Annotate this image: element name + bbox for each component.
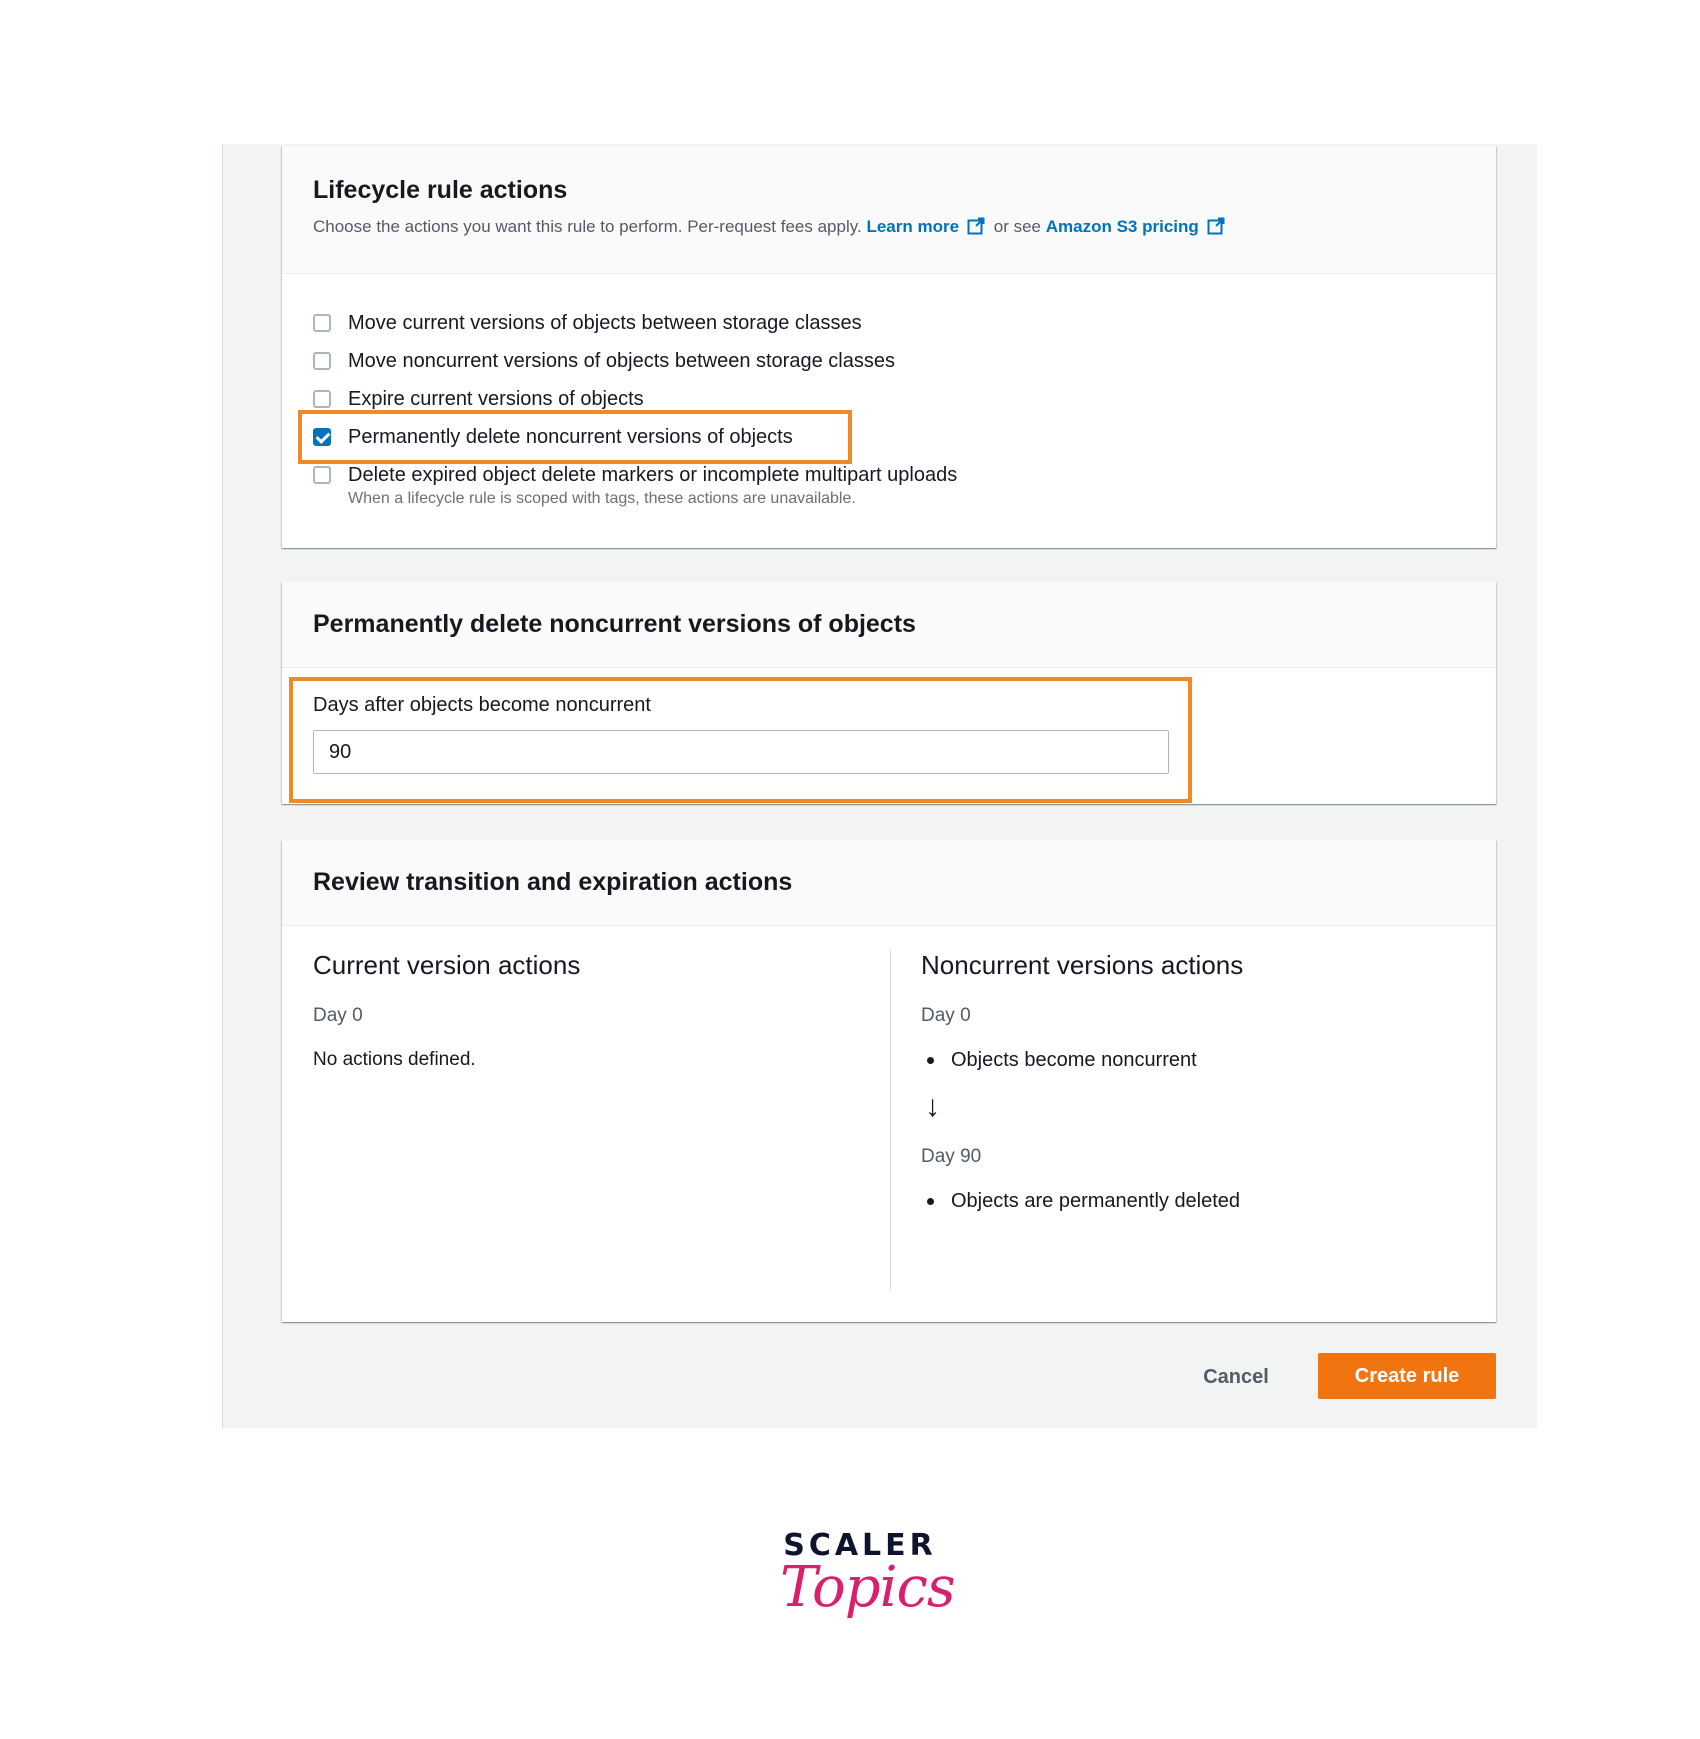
- option-label: Delete expired object delete markers or …: [348, 463, 958, 486]
- review-title: Review transition and expiration actions: [313, 868, 793, 896]
- event-text: Objects are permanently deleted: [951, 1190, 1241, 1212]
- noncurrent-day-end: Day 90: [921, 1146, 982, 1167]
- option-expire-current[interactable]: Expire current versions of objects: [313, 380, 1465, 418]
- external-link-icon: [967, 217, 985, 240]
- current-version-column: Current version actions Day 0 No actions…: [313, 950, 873, 1071]
- option-label: Move current versions of objects between…: [348, 311, 862, 334]
- permanent-delete-header: Permanently delete noncurrent versions o…: [282, 582, 1496, 668]
- description-text: Choose the actions you want this rule to…: [313, 217, 862, 236]
- checkbox[interactable]: [313, 314, 331, 332]
- noncurrent-version-title: Noncurrent versions actions: [921, 950, 1244, 980]
- noncurrent-version-column: Noncurrent versions actions Day 0 Object…: [921, 950, 1481, 1233]
- noncurrent-event-end: Objects are permanently deleted: [921, 1190, 1481, 1213]
- days-field-label: Days after objects become noncurrent: [313, 694, 651, 716]
- lifecycle-options: Move current versions of objects between…: [282, 274, 1496, 508]
- scaler-topics-logo: SCALER Topics: [780, 1528, 956, 1648]
- option-label: Permanently delete noncurrent versions o…: [348, 425, 793, 448]
- permanent-delete-title: Permanently delete noncurrent versions o…: [313, 610, 916, 638]
- arrow-down-icon: ↓: [925, 1090, 940, 1123]
- or-see-text: or see: [993, 217, 1042, 236]
- permanent-delete-panel: Permanently delete noncurrent versions o…: [282, 582, 1496, 804]
- noncurrent-day-start: Day 0: [921, 1005, 971, 1026]
- option-delete-expired-markers[interactable]: Delete expired object delete markers or …: [313, 456, 1465, 494]
- learn-more-link[interactable]: Learn more: [866, 217, 959, 236]
- noncurrent-event-start: Objects become noncurrent: [921, 1049, 1481, 1072]
- current-day: Day 0: [313, 1005, 363, 1026]
- days-noncurrent-input[interactable]: 90: [313, 730, 1169, 774]
- external-link-icon: [1207, 217, 1225, 240]
- event-text: Objects become noncurrent: [951, 1049, 1197, 1071]
- checkbox[interactable]: [313, 390, 331, 408]
- lifecycle-actions-panel: Lifecycle rule actions Choose the action…: [282, 146, 1496, 548]
- option-label: Move noncurrent versions of objects betw…: [348, 349, 895, 372]
- cancel-button[interactable]: Cancel: [1186, 1354, 1286, 1400]
- logo-line2: Topics: [780, 1555, 956, 1620]
- option-move-current[interactable]: Move current versions of objects between…: [313, 304, 1465, 342]
- option-permanently-delete-noncurrent[interactable]: Permanently delete noncurrent versions o…: [313, 418, 1465, 456]
- current-no-actions: No actions defined.: [313, 1049, 476, 1070]
- current-version-title: Current version actions: [313, 950, 581, 980]
- s3-pricing-link[interactable]: Amazon S3 pricing: [1046, 217, 1199, 236]
- create-rule-button[interactable]: Create rule: [1318, 1353, 1496, 1399]
- option-hint: When a lifecycle rule is scoped with tag…: [348, 490, 856, 507]
- lifecycle-actions-header: Lifecycle rule actions Choose the action…: [282, 146, 1496, 274]
- option-move-noncurrent[interactable]: Move noncurrent versions of objects betw…: [313, 342, 1465, 380]
- review-panel: Review transition and expiration actions…: [282, 840, 1496, 1322]
- checkbox[interactable]: [313, 352, 331, 370]
- column-divider: [890, 950, 891, 1290]
- checkbox[interactable]: [313, 466, 331, 484]
- option-label: Expire current versions of objects: [348, 387, 644, 410]
- lifecycle-actions-title: Lifecycle rule actions: [313, 176, 568, 204]
- checkbox-checked[interactable]: [313, 428, 331, 446]
- lifecycle-actions-description: Choose the actions you want this rule to…: [313, 217, 1465, 240]
- review-header: Review transition and expiration actions: [282, 840, 1496, 926]
